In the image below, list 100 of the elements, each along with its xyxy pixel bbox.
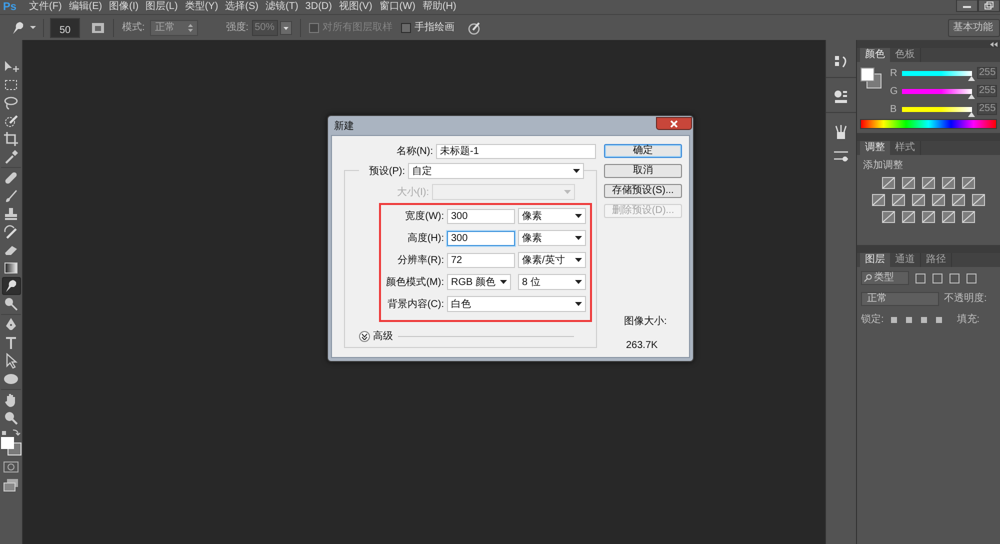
dialog-button[interactable]: 取消 [604, 164, 682, 178]
field-label: 名称(N): [395, 145, 434, 159]
slider-thumb[interactable] [968, 94, 975, 98]
expand-button[interactable] [359, 331, 370, 342]
value-field[interactable]: 255 [977, 85, 997, 97]
brush-preset-picker[interactable]: 50 [50, 18, 80, 38]
field-label: 颜色模式(M): [385, 276, 445, 290]
caret-icon [573, 169, 580, 173]
text-field[interactable]: 未标题-1 [436, 144, 596, 159]
tool-button[interactable] [2, 277, 20, 295]
field-label: 高度(H): [406, 232, 445, 246]
checkbox[interactable] [400, 22, 411, 32]
color-swatches[interactable] [860, 67, 882, 89]
value-field[interactable]: 255 [977, 103, 997, 115]
dodge-icon [3, 296, 19, 312]
pressure-icon[interactable] [466, 20, 481, 34]
panel-tab[interactable]: 颜色 [860, 48, 890, 62]
lasso-icon [3, 95, 19, 111]
channel-label: G [890, 84, 899, 98]
type-tool-icon [3, 335, 19, 351]
marquee-icon [3, 77, 19, 93]
menu-item[interactable]: 编辑(E) [66, 2, 106, 12]
caret-icon [575, 236, 582, 240]
color-swatches[interactable] [0, 436, 22, 456]
pen-icon [3, 317, 19, 333]
panel-tab[interactable]: 样式 [890, 141, 921, 155]
dialog-button[interactable]: 确定 [604, 144, 682, 158]
swap-colors-icon[interactable] [1, 428, 21, 436]
dialog-button[interactable]: 存储预设(S)... [604, 184, 682, 198]
slider-thumb[interactable] [968, 112, 975, 116]
history-brush-icon [3, 224, 19, 240]
value-field[interactable]: 255 [977, 67, 997, 79]
caret-icon [575, 214, 582, 218]
checkbox-label: 手指绘画 [414, 20, 455, 35]
channel-label: B [890, 102, 898, 116]
menu-item[interactable]: 图像(I) [106, 2, 142, 12]
stepper-icon [188, 24, 193, 32]
advanced-label: 高级 [373, 330, 393, 344]
caret-icon[interactable] [30, 26, 36, 30]
menu-item[interactable]: 3D(D) [302, 2, 335, 12]
brushes-icon [833, 124, 849, 140]
blend-mode-dropdown[interactable]: 正常 [861, 292, 939, 306]
dropdown-button[interactable] [280, 20, 292, 34]
mode-label: 模式: [122, 20, 145, 35]
dropdown[interactable]: 像素 [518, 208, 586, 224]
field-label: 分辨率(R): [396, 254, 445, 268]
caret-icon [575, 280, 582, 284]
panel-toggle-icon[interactable] [91, 20, 105, 34]
close-button[interactable] [656, 117, 692, 130]
strength-label: 强度: [226, 20, 249, 35]
dialog-title: 新建 [334, 120, 354, 134]
chevron-icon [361, 333, 368, 340]
dropdown[interactable]: 自定 [408, 163, 584, 179]
quick-mask-icon[interactable] [3, 460, 19, 474]
text-field[interactable]: 300 [447, 230, 515, 246]
field-label: 预设(P): [368, 164, 406, 178]
close-icon [670, 120, 678, 128]
menu-item[interactable]: 滤镜(T) [262, 2, 302, 12]
dropdown[interactable]: 像素/英寸 [518, 252, 586, 268]
eyedropper-icon [3, 149, 19, 165]
menu-item[interactable]: 文件(F) [26, 2, 65, 12]
text-field[interactable]: 72 [447, 252, 515, 268]
dropdown[interactable]: RGB 颜色 [447, 274, 511, 290]
panel-tab[interactable]: 通道 [890, 253, 921, 267]
restore-button[interactable] [978, 0, 1000, 12]
dropdown[interactable]: 像素 [518, 230, 586, 246]
text-field[interactable]: 300 [447, 208, 515, 224]
color-spectrum[interactable] [860, 119, 997, 129]
panel-tab[interactable]: 调整 [860, 141, 890, 155]
tool-button[interactable] [2, 94, 20, 112]
workspace-button[interactable]: 基本功能 [948, 18, 1000, 36]
finger-icon [3, 278, 19, 294]
minimize-button[interactable] [956, 0, 978, 12]
panel-tab[interactable]: 路径 [921, 253, 952, 267]
zoom-icon [3, 410, 19, 426]
caret-icon [575, 258, 582, 262]
finger-icon[interactable] [10, 20, 26, 36]
dropdown[interactable]: 白色 [447, 296, 586, 312]
menu-item[interactable]: 选择(S) [222, 2, 262, 12]
field-label: 背景内容(C): [386, 298, 445, 312]
menu-item[interactable]: 帮助(H) [419, 2, 460, 12]
panel-tab[interactable]: 图层 [860, 253, 890, 267]
menu-item[interactable]: 图层(L) [142, 2, 181, 12]
caret-icon [575, 302, 582, 306]
app-logo: Ps [2, 2, 18, 12]
menu-item[interactable]: 视图(V) [336, 2, 376, 12]
dropdown[interactable]: 8 位 [518, 274, 586, 290]
image-size-value: 263.7K [626, 339, 659, 353]
panel-tab[interactable]: 色板 [890, 48, 921, 62]
filter-dropdown[interactable]: 类型 [861, 271, 909, 285]
caret-icon [500, 280, 507, 284]
slider-thumb[interactable] [968, 76, 975, 80]
menu-item[interactable]: 窗口(W) [376, 2, 418, 12]
gradient-icon [3, 260, 19, 276]
history-icon [833, 54, 849, 70]
screen-mode-icon[interactable] [3, 478, 19, 492]
menu-item[interactable]: 类型(Y) [182, 2, 222, 12]
image-size-label: 图像大小: [624, 314, 668, 329]
ellipse-icon [3, 371, 19, 387]
stamp-icon [3, 206, 19, 222]
